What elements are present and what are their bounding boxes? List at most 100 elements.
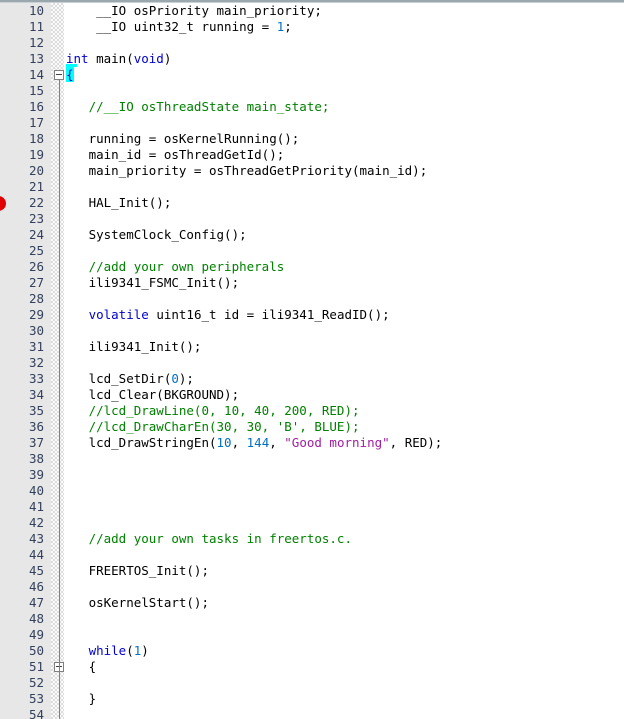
code-line[interactable]: 52 [0, 675, 624, 691]
code-line[interactable]: 22 HAL_Init(); [0, 195, 624, 211]
code-line[interactable]: 23 [0, 211, 624, 227]
code-line[interactable]: 43 //add your own tasks in freertos.c. [0, 531, 624, 547]
code-line[interactable]: 24 SystemClock_Config(); [0, 227, 624, 243]
code-line[interactable]: 20 main_priority = osThreadGetPriority(m… [0, 163, 624, 179]
code-line[interactable]: 12 [0, 35, 624, 51]
line-number: 29 [28, 307, 44, 322]
code-line[interactable]: 10 __IO osPriority main_priority; [0, 3, 624, 19]
line-number: 17 [28, 115, 44, 130]
code-token-plain: ) [163, 51, 172, 66]
code-line[interactable]: 36 //lcd_DrawCharEn(30, 30, 'B', BLUE); [0, 419, 624, 435]
line-number: 52 [28, 675, 44, 690]
line-number: 13 [28, 51, 44, 66]
code-line[interactable]: 48 [0, 611, 624, 627]
code-token-kw: void [133, 51, 164, 66]
code-token-kw: volatile [88, 307, 149, 322]
line-number: 35 [28, 403, 44, 418]
code-line[interactable]: 47 osKernelStart(); [0, 595, 624, 611]
line-number: 19 [28, 147, 44, 162]
code-line[interactable]: 30 [0, 323, 624, 339]
line-number: 21 [28, 179, 44, 194]
code-line[interactable]: 42 [0, 515, 624, 531]
code-text[interactable]: running = osKernelRunning(); [66, 131, 300, 147]
code-token-plain: running = osKernelRunning(); [66, 131, 300, 146]
line-number: 51 [28, 659, 44, 674]
code-text[interactable]: //lcd_DrawCharEn(30, 30, 'B', BLUE); [66, 419, 360, 435]
code-line[interactable]: 37 lcd_DrawStringEn(10, 144, "Good morni… [0, 435, 624, 451]
code-token-plain: , [231, 435, 247, 450]
code-text[interactable]: __IO uint32_t running = 1; [66, 19, 292, 35]
code-token-plain: ili9341_FSMC_Init(); [66, 275, 240, 290]
code-text[interactable]: osKernelStart(); [66, 595, 209, 611]
code-line[interactable]: 26 //add your own peripherals [0, 259, 624, 275]
code-text[interactable]: lcd_SetDir(0); [66, 371, 194, 387]
code-line[interactable]: 21 [0, 179, 624, 195]
code-token-plain: osKernelStart(); [66, 595, 209, 610]
code-line[interactable]: 38 [0, 451, 624, 467]
code-line[interactable]: 53 } [0, 691, 624, 707]
code-text[interactable]: lcd_Clear(BKGROUND); [66, 387, 240, 403]
code-line[interactable]: 18 running = osKernelRunning(); [0, 131, 624, 147]
code-line[interactable]: 14 { [0, 67, 624, 83]
code-line[interactable]: 54 [0, 707, 624, 719]
line-number: 40 [28, 483, 44, 498]
code-line[interactable]: 19 main_id = osThreadGetId(); [0, 147, 624, 163]
code-line[interactable]: 50 while(1) [0, 643, 624, 659]
code-line[interactable]: 39 [0, 467, 624, 483]
code-line[interactable]: 29 volatile uint16_t id = ili9341_ReadID… [0, 307, 624, 323]
line-number: 27 [28, 275, 44, 290]
line-number: 41 [28, 499, 44, 514]
code-token-plain: uint16_t id = ili9341_ReadID(); [148, 307, 390, 322]
code-text[interactable]: int main(void) [66, 51, 171, 67]
code-line[interactable]: 33 lcd_SetDir(0); [0, 371, 624, 387]
code-text[interactable]: { [66, 659, 97, 675]
code-line[interactable]: 31 ili9341_Init(); [0, 339, 624, 355]
code-line[interactable]: 51 { [0, 659, 624, 675]
code-text[interactable]: //lcd_DrawLine(0, 10, 40, 200, RED); [66, 403, 360, 419]
fold-toggle-icon[interactable] [54, 70, 64, 80]
code-line[interactable]: 46 [0, 579, 624, 595]
code-text[interactable]: FREERTOS_Init(); [66, 563, 209, 579]
code-line[interactable]: 17 [0, 115, 624, 131]
code-text[interactable]: __IO osPriority main_priority; [66, 3, 322, 19]
code-line[interactable]: 32 [0, 355, 624, 371]
code-line[interactable]: 44 [0, 547, 624, 563]
code-token-plain: HAL_Init(); [66, 195, 172, 210]
code-line[interactable]: 16 //__IO osThreadState main_state; [0, 99, 624, 115]
code-text[interactable]: main_priority = osThreadGetPriority(main… [66, 163, 428, 179]
code-text[interactable]: HAL_Init(); [66, 195, 172, 211]
code-text[interactable]: } [66, 691, 97, 707]
code-line[interactable]: 25 [0, 243, 624, 259]
code-line[interactable]: 40 [0, 483, 624, 499]
line-number: 32 [28, 355, 44, 370]
code-line[interactable]: 27 ili9341_FSMC_Init(); [0, 275, 624, 291]
code-text[interactable]: while(1) [66, 643, 149, 659]
code-line[interactable]: 45 FREERTOS_Init(); [0, 563, 624, 579]
code-text[interactable]: volatile uint16_t id = ili9341_ReadID(); [66, 307, 390, 323]
code-line[interactable]: 41 [0, 499, 624, 515]
code-line[interactable]: 11 __IO uint32_t running = 1; [0, 19, 624, 35]
code-token-num: 10 [216, 435, 232, 450]
code-text[interactable]: main_id = osThreadGetId(); [66, 147, 285, 163]
code-text[interactable]: //add your own tasks in freertos.c. [66, 531, 352, 547]
line-number: 39 [28, 467, 44, 482]
code-token-plain: lcd_SetDir( [66, 371, 172, 386]
code-text[interactable]: SystemClock_Config(); [66, 227, 247, 243]
code-text[interactable]: { [66, 67, 74, 83]
code-token-num: 144 [246, 435, 270, 450]
code-line[interactable]: 28 [0, 291, 624, 307]
code-editor[interactable]: 10 __IO osPriority main_priority; 11 __IO… [0, 0, 624, 719]
code-line[interactable]: 15 [0, 83, 624, 99]
code-text[interactable]: ili9341_Init(); [66, 339, 202, 355]
line-number: 43 [28, 531, 44, 546]
code-text[interactable]: //add your own peripherals [66, 259, 285, 275]
code-text[interactable]: //__IO osThreadState main_state; [66, 99, 330, 115]
code-text[interactable]: ili9341_FSMC_Init(); [66, 275, 240, 291]
line-number: 50 [28, 643, 44, 658]
code-line[interactable]: 13 int main(void) [0, 51, 624, 67]
code-line[interactable]: 34 lcd_Clear(BKGROUND); [0, 387, 624, 403]
code-token-cmt: //add your own peripherals [66, 259, 285, 274]
code-line[interactable]: 35 //lcd_DrawLine(0, 10, 40, 200, RED); [0, 403, 624, 419]
code-text[interactable]: lcd_DrawStringEn(10, 144, "Good morning"… [66, 435, 443, 451]
code-line[interactable]: 49 [0, 627, 624, 643]
